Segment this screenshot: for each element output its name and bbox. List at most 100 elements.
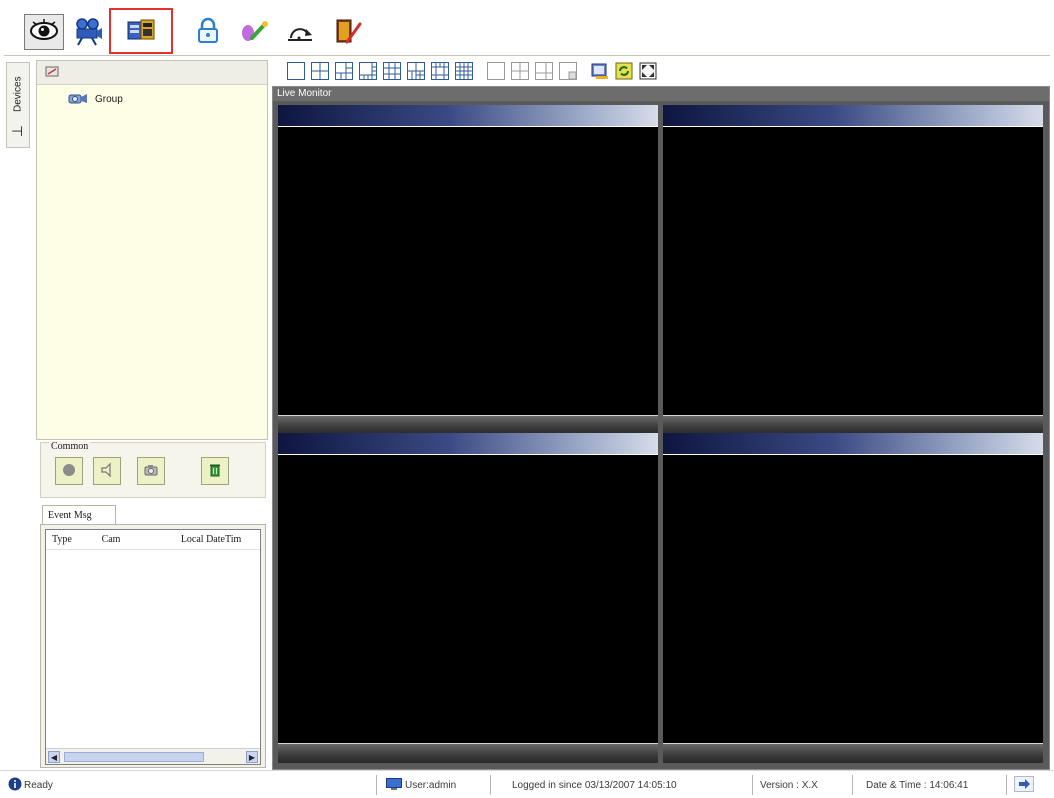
exit-button[interactable] (328, 12, 368, 52)
tree-node-group[interactable]: Group (95, 94, 123, 105)
layout-single-button[interactable] (486, 61, 506, 81)
status-divider (1006, 775, 1007, 795)
layout-13-button[interactable] (430, 61, 450, 81)
delete-icon (207, 462, 223, 481)
logout-icon (285, 16, 315, 49)
camera-pane-3[interactable] (278, 433, 658, 763)
main-toolbar (0, 0, 1054, 58)
status-version: Version : X.X (760, 779, 818, 791)
column-local-datetime[interactable]: Local DateTim (175, 530, 260, 549)
event-list[interactable]: Type Cam Local DateTim ◀ ▶ (45, 529, 261, 765)
record-icon (61, 462, 77, 481)
layout-16-button[interactable] (454, 61, 474, 81)
layout-8-button[interactable] (358, 61, 378, 81)
camera-pane-header (278, 105, 658, 127)
camera-pane-header (663, 105, 1043, 127)
scroll-right-arrow-icon[interactable]: ▶ (246, 751, 258, 763)
fullscreen-icon (638, 62, 658, 84)
layout-13-icon (430, 62, 450, 84)
status-user: User:admin (386, 775, 456, 795)
layout-9-icon (382, 62, 402, 84)
camera-pane-footer (663, 415, 1043, 435)
layout-6-icon (334, 62, 354, 84)
layout-10-button[interactable] (406, 61, 426, 81)
camera-pane-footer (278, 415, 658, 435)
layout-single-icon (486, 62, 506, 84)
eye-icon (29, 16, 59, 49)
exit-door-icon (333, 16, 363, 49)
layout-8-icon (358, 62, 378, 84)
tools-button[interactable] (234, 12, 274, 52)
delete-button[interactable] (201, 457, 229, 485)
camera-pane-header (663, 433, 1043, 455)
layout-corner-icon (558, 62, 578, 84)
common-controls: Common (40, 441, 266, 498)
camera-pane-header (278, 433, 658, 455)
logout-button[interactable] (280, 12, 320, 52)
status-divider (490, 775, 491, 795)
live-view-button[interactable] (24, 14, 64, 50)
tools-icon (239, 16, 269, 49)
layout-toolbar (272, 58, 1050, 84)
playback-button[interactable] (68, 12, 108, 52)
live-monitor-panel: Live Monitor (272, 86, 1050, 770)
camera-pane-footer (663, 743, 1043, 763)
status-user-text: User:admin (405, 779, 457, 791)
layout-1-button[interactable] (286, 61, 306, 81)
layout-9-button[interactable] (382, 61, 402, 81)
projector-icon (73, 16, 103, 49)
device-setup-icon (126, 15, 156, 48)
status-bar: Ready User:admin Logged in since 03/13/2… (0, 770, 1054, 798)
status-ready: Ready (8, 775, 53, 795)
snapshot-button[interactable] (137, 457, 165, 485)
sequence-icon (590, 63, 610, 84)
user-icon (386, 777, 402, 793)
speaker-icon (99, 462, 115, 481)
status-arrow-button[interactable] (1014, 775, 1034, 795)
lock-button[interactable] (188, 12, 228, 52)
status-divider (376, 775, 377, 795)
column-cam[interactable]: Cam (96, 530, 175, 549)
layout-4-icon (310, 62, 330, 84)
camera-pane-1[interactable] (278, 105, 658, 435)
devices-tab-label: Devices (12, 76, 24, 112)
layout-quad-icon (510, 62, 530, 84)
layout-4-button[interactable] (310, 61, 330, 81)
arrow-right-icon (1014, 775, 1034, 795)
column-type[interactable]: Type (46, 530, 96, 549)
layout-quad-button[interactable] (510, 61, 530, 81)
device-panel-header (37, 61, 267, 85)
sequence-button[interactable] (590, 61, 610, 81)
device-tree-panel: Group (36, 60, 268, 440)
live-monitor-title: Live Monitor (273, 87, 1049, 101)
group-icon (67, 91, 89, 108)
event-list-scrollbar[interactable]: ◀ ▶ (46, 748, 260, 764)
camera-pane-4[interactable] (663, 433, 1043, 763)
devices-side-tab[interactable]: Devices ⊣ (6, 62, 30, 148)
camera-pane-2[interactable] (663, 105, 1043, 435)
scroll-thumb[interactable] (64, 752, 204, 762)
fullscreen-button[interactable] (638, 61, 658, 81)
layout-1-icon (286, 62, 306, 84)
tab-event-msg[interactable]: Event Msg (42, 505, 116, 525)
status-divider (752, 775, 753, 795)
pin-icon[interactable]: ⊣ (11, 123, 23, 140)
panel-menu-icon[interactable] (45, 65, 59, 80)
common-legend: Common (49, 441, 91, 452)
layout-6-button[interactable] (334, 61, 354, 81)
layout-10-icon (406, 62, 426, 84)
layout-corner-button[interactable] (558, 61, 578, 81)
scroll-left-arrow-icon[interactable]: ◀ (48, 751, 60, 763)
status-ready-text: Ready (24, 779, 53, 791)
status-divider (852, 775, 853, 795)
event-message-panel: Type Cam Local DateTim ◀ ▶ (40, 524, 266, 768)
camera-pane-footer (278, 743, 658, 763)
event-list-header: Type Cam Local DateTim (46, 530, 260, 550)
speaker-button[interactable] (93, 457, 121, 485)
status-datetime: Date & Time : 14:06:41 (866, 779, 969, 791)
layout-split-button[interactable] (534, 61, 554, 81)
device-setup-button[interactable] (109, 8, 173, 54)
layout-16-icon (454, 62, 474, 84)
refresh-button[interactable] (614, 61, 634, 81)
record-button[interactable] (55, 457, 83, 485)
